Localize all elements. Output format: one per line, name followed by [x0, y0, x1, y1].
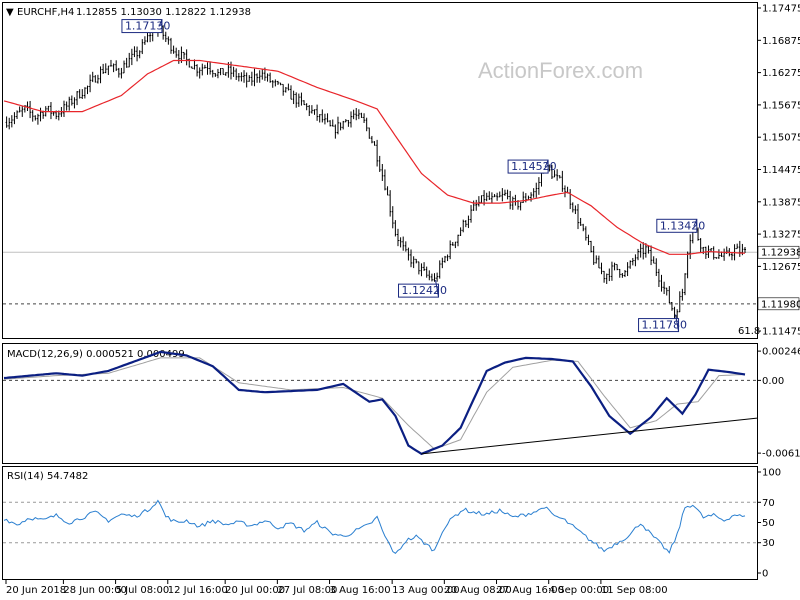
- x-tick-label: 3 Aug 16:00: [330, 585, 391, 596]
- y-tick-label: 0.00: [762, 376, 784, 387]
- annotation-label: 1.14520: [511, 160, 557, 173]
- y-tick-label: 50: [762, 518, 775, 529]
- y-tick-label: 100: [762, 468, 781, 479]
- x-tick-label: 12 Jul 16:00: [168, 585, 228, 596]
- annotation-label: 1.13420: [660, 219, 706, 232]
- watermark: ActionForex.com: [478, 58, 643, 83]
- y-tick-label: 1.16875: [762, 36, 800, 47]
- x-tick-label: 11 Sep 08:00: [601, 585, 668, 596]
- y-tick-label: 0.002469: [762, 347, 800, 358]
- y-tick-label: 1.15675: [762, 100, 800, 111]
- dropdown-arrow-icon[interactable]: ▼: [6, 7, 14, 18]
- symbol-label: EURCHF,H4: [17, 7, 74, 18]
- x-tick-label: 20 Jul 00:00: [225, 585, 285, 596]
- ohlc-readout: 1.12855 1.13030 1.12822 1.12938: [76, 7, 251, 18]
- x-tick-label: 27 Jul 08:00: [277, 585, 337, 596]
- x-tick-label: 20 Jun 2018: [6, 585, 66, 596]
- annotation-label: 1.17130: [125, 20, 171, 33]
- current-price-tag-label: 1.12938: [761, 248, 800, 259]
- y-tick-label: 0: [762, 569, 768, 580]
- rsi-title: RSI(14) 54.7482: [7, 471, 88, 482]
- x-tick-label: 5 Jul 08:00: [116, 585, 170, 596]
- y-tick-label: 1.17475: [762, 4, 800, 15]
- macd-panel: [2, 343, 758, 464]
- annotation-label: 1.11780: [642, 319, 688, 332]
- y-tick-label: 1.11475: [762, 327, 800, 338]
- y-tick-label: 1.15075: [762, 133, 800, 144]
- y-tick-label: 1.13875: [762, 197, 800, 208]
- y-tick-label: 1.12675: [762, 262, 800, 273]
- annotation-label: 1.12420: [402, 284, 448, 297]
- y-tick-label: 1.14475: [762, 165, 800, 176]
- y-tick-label: 1.16275: [762, 68, 800, 79]
- y-tick-label: 30: [762, 538, 775, 549]
- support-tag-label: 1.11980: [761, 299, 800, 310]
- y-tick-label: 1.13275: [762, 230, 800, 241]
- y-tick-label: 70: [762, 498, 775, 509]
- fib-label: 61.8: [738, 326, 760, 337]
- y-tick-label: -0.006136: [762, 449, 800, 460]
- chart-svg: ActionForex.com ▼ EURCHF,H4 1.12855 1.13…: [2, 2, 800, 596]
